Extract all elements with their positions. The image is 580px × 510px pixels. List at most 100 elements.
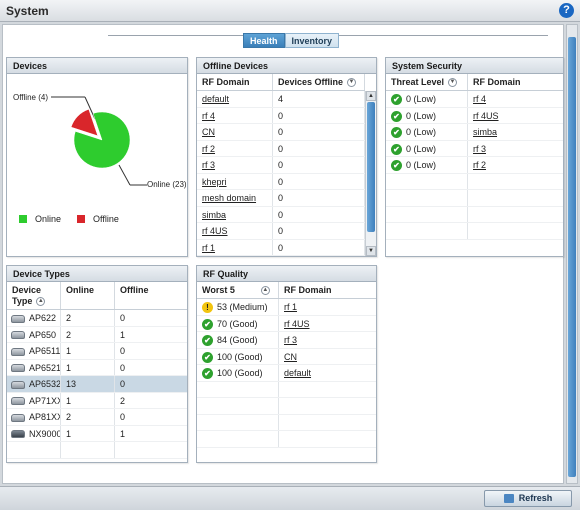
rf-domain-link[interactable]: rf 2: [197, 140, 273, 157]
threat-level: ✔ 0 (Low): [386, 91, 468, 107]
empty-row: [386, 173, 563, 191]
table-row[interactable]: AP650 2 1: [7, 326, 187, 343]
table-row[interactable]: ✔ 0 (Low) rf 4US: [386, 107, 563, 125]
offline-devices-title: Offline Devices: [197, 58, 376, 74]
col-offline[interactable]: Offline: [115, 282, 187, 309]
sort-asc-icon[interactable]: ▲: [36, 297, 46, 307]
scroll-thumb[interactable]: [367, 102, 375, 232]
col-devices-offline[interactable]: Devices Offline ▼: [273, 74, 365, 91]
legend-offline-label: Offline: [93, 214, 119, 224]
col-threat-level[interactable]: Threat Level ▼: [386, 74, 468, 91]
table-row[interactable]: ! 53 (Medium) rf 1: [197, 299, 376, 316]
table-row[interactable]: NX9000 1 1: [7, 425, 187, 442]
rf-domain-link[interactable]: rf 3: [279, 332, 376, 348]
device-type-name: AP622: [29, 313, 57, 323]
table-row[interactable]: ✔ 0 (Low) rf 3: [386, 140, 563, 158]
refresh-button[interactable]: Refresh: [484, 490, 572, 507]
online-count: 13: [61, 376, 115, 392]
offline-count: 0: [120, 313, 126, 323]
offline-count: 0: [273, 173, 365, 190]
table-row[interactable]: ✔ 100 (Good) default: [197, 365, 376, 382]
rf-domain-link[interactable]: default: [279, 365, 376, 381]
tab-inventory[interactable]: Inventory: [284, 33, 340, 48]
table-row[interactable]: rf 20: [197, 140, 365, 158]
page-title: System: [6, 4, 49, 18]
offline-swatch: [77, 215, 85, 223]
rf-domain-link[interactable]: mesh domain: [197, 190, 273, 206]
ap-device-icon: [11, 314, 25, 323]
device-types-header: Device Type ▲ Online Offline: [7, 282, 187, 310]
table-row[interactable]: simba 0: [197, 206, 365, 224]
rf-domain-link[interactable]: rf 2: [468, 157, 563, 173]
col-rf-domain[interactable]: RF Domain: [468, 74, 563, 90]
offline-count: 0: [273, 223, 365, 239]
scroll-down-arrow-icon[interactable]: ▼: [366, 246, 376, 256]
sort-asc-icon[interactable]: ▲: [260, 286, 270, 296]
col-rf-domain-label: RF Domain: [473, 77, 521, 87]
col-rf-domain[interactable]: RF Domain: [197, 74, 273, 91]
offline-devices-scrollbar[interactable]: ▲ ▼: [365, 91, 376, 256]
rf-domain-link[interactable]: default: [197, 91, 273, 107]
table-row[interactable]: ✔ 84 (Good) rf 3: [197, 332, 376, 349]
rf-domain-link[interactable]: rf 1: [197, 239, 273, 256]
quality-value: ! 53 (Medium): [197, 299, 279, 315]
offline-count: 0: [120, 412, 126, 422]
table-row[interactable]: AP6511 1 0: [7, 343, 187, 360]
quality-text: 84 (Good): [217, 335, 258, 346]
table-row[interactable]: AP622 2 0: [7, 310, 187, 327]
table-row[interactable]: default 4: [197, 91, 365, 108]
col-rf-domain[interactable]: RF Domain: [279, 282, 376, 298]
table-row[interactable]: rf 4US 0: [197, 223, 365, 240]
rf-domain-link[interactable]: rf 1: [279, 299, 376, 315]
page-scroll-thumb[interactable]: [568, 37, 576, 477]
col-online[interactable]: Online: [61, 282, 115, 309]
legend-offline: Offline: [77, 214, 119, 224]
ok-check-icon: ✔: [202, 318, 213, 330]
rf-domain-link[interactable]: rf 4: [468, 91, 563, 107]
rf-domain-link[interactable]: rf 4US: [279, 316, 376, 332]
rf-domain-link[interactable]: CN: [197, 124, 273, 140]
table-row[interactable]: AP81XX 2 0: [7, 409, 187, 426]
table-row[interactable]: ✔ 70 (Good) rf 4US: [197, 315, 376, 333]
rf-domain-link[interactable]: simba: [197, 206, 273, 223]
quality-value: ✔ 100 (Good): [197, 365, 279, 381]
table-row[interactable]: khepri 0: [197, 173, 365, 191]
table-row[interactable]: rf 30: [197, 157, 365, 174]
table-row[interactable]: rf 10: [197, 239, 365, 257]
rf-domain-link[interactable]: rf 3: [468, 141, 563, 157]
table-row-selected[interactable]: AP6532 13 0: [7, 376, 187, 393]
table-row[interactable]: AP71XX 1 2: [7, 392, 187, 409]
scroll-up-arrow-icon[interactable]: ▲: [366, 91, 376, 101]
sort-desc-icon[interactable]: ▼: [347, 78, 357, 88]
table-row[interactable]: mesh domain 0: [197, 190, 365, 207]
page-scrollbar[interactable]: [566, 24, 578, 484]
online-count: 2: [61, 310, 115, 326]
rf-domain-link[interactable]: khepri: [197, 173, 273, 190]
rf-domain-link[interactable]: simba: [468, 124, 563, 140]
online-count: 1: [61, 359, 115, 375]
table-row[interactable]: ✔ 0 (Low) rf 4: [386, 91, 563, 108]
table-row[interactable]: ✔ 100 (Good) CN: [197, 348, 376, 366]
table-row[interactable]: rf 40: [197, 107, 365, 125]
tab-health[interactable]: Health: [243, 33, 285, 48]
table-row[interactable]: CN 0: [197, 124, 365, 141]
rf-quality-title: RF Quality: [197, 266, 376, 282]
rf-domain-link[interactable]: CN: [279, 349, 376, 365]
rf-domain-link[interactable]: rf 4US: [468, 108, 563, 124]
table-row[interactable]: AP6521 1 0: [7, 359, 187, 376]
col-worst-5[interactable]: Worst 5 ▲: [197, 282, 279, 299]
ok-check-icon: ✔: [391, 160, 402, 172]
col-device-type[interactable]: Device Type ▲: [7, 282, 61, 309]
table-row[interactable]: ✔ 0 (Low) rf 2: [386, 157, 563, 174]
table-row[interactable]: ✔ 0 (Low) simba: [386, 124, 563, 141]
device-type-name: AP6511: [29, 346, 61, 356]
system-security-panel: System Security Threat Level ▼ RF Domain …: [385, 57, 564, 257]
rf-domain-link[interactable]: rf 4US: [197, 223, 273, 239]
device-type: AP6521: [7, 359, 61, 375]
sort-desc-icon[interactable]: ▼: [448, 78, 458, 88]
rf-domain-link[interactable]: rf 3: [197, 157, 273, 173]
offline-count: 0: [273, 190, 365, 206]
rf-domain-link[interactable]: rf 4: [197, 107, 273, 124]
help-icon[interactable]: ?: [559, 3, 574, 18]
threat-level-value: 0 (Low): [406, 110, 437, 121]
